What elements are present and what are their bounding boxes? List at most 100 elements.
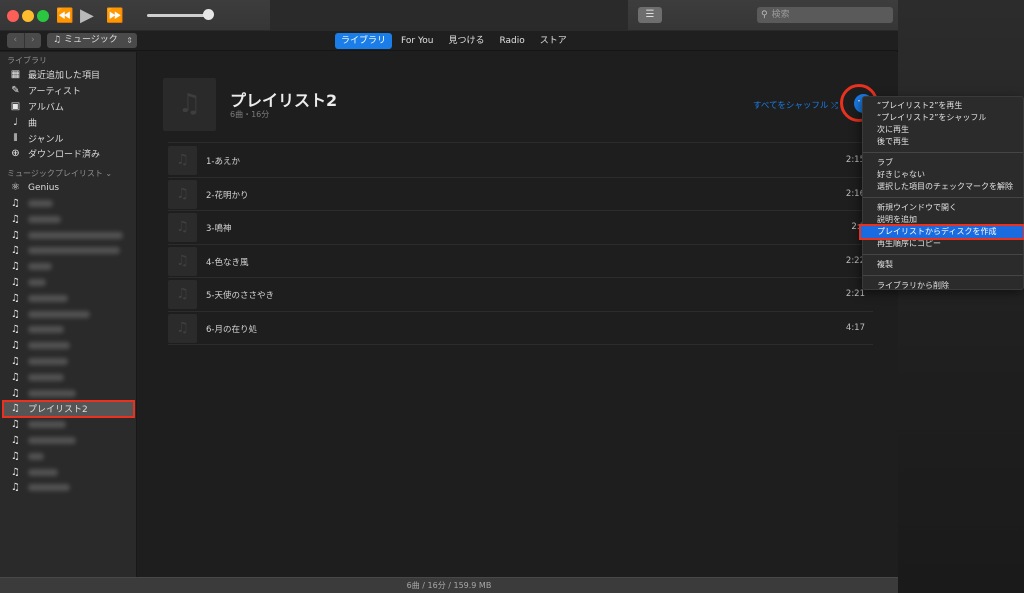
- blurred-playlist-name: [28, 247, 120, 255]
- sidebar-playlist-item[interactable]: ♫: [0, 385, 136, 401]
- track-row[interactable]: ♫ 5-天使のささやき 2:21: [168, 278, 873, 312]
- media-type-label: ミュージック: [63, 35, 118, 45]
- sidebar-playlist-item[interactable]: ♫: [0, 243, 136, 259]
- zoom-window-button[interactable]: [37, 10, 49, 22]
- menu-item-dislike[interactable]: 好きじゃない: [863, 169, 1023, 181]
- track-list: ♫ 1-あえか 2:15 ♫ 2-花明かり 2:16 ♫ 3-鳴神 2:1 ♫ 4-色なき風 2…: [168, 144, 873, 345]
- playlists-section-header[interactable]: ミュージックプレイリスト ⌄: [0, 168, 136, 180]
- track-row[interactable]: ♫ 4-色なき風 2:22: [168, 245, 873, 278]
- track-row[interactable]: ♫ 6-月の在り処 4:17: [168, 312, 873, 345]
- blurred-playlist-name: [28, 452, 44, 460]
- tab-library[interactable]: ライブラリ: [335, 33, 393, 49]
- sidebar-item-downloaded[interactable]: ⊕ ダウンロード済み: [0, 146, 136, 162]
- menu-item-add-description[interactable]: 説明を追加: [863, 214, 1023, 226]
- tab-for-you[interactable]: For You: [395, 33, 439, 49]
- sidebar-item-recently-added[interactable]: ▦ 最近追加した項目: [0, 67, 136, 83]
- playlist-icon: ♫: [11, 450, 20, 462]
- sidebar-playlist-item[interactable]: ♫: [0, 448, 136, 464]
- sidebar-playlist-item[interactable]: ♫: [0, 227, 136, 243]
- download-icon: ⊕: [11, 148, 20, 160]
- sidebar-playlist-item[interactable]: ♫: [0, 275, 136, 291]
- track-artwork: ♫: [168, 280, 197, 309]
- menu-item-shuffle-playlist[interactable]: “プレイリスト2”をシャッフル: [863, 112, 1023, 124]
- updown-chevron-icon: ⇕: [126, 36, 133, 45]
- track-artwork: ♫: [168, 179, 197, 209]
- blurred-playlist-name: [28, 484, 70, 492]
- search-icon: ⚲: [761, 10, 768, 20]
- sidebar-item-artists[interactable]: ✎ アーティスト: [0, 83, 136, 99]
- recently-added-icon: ▦: [10, 69, 21, 81]
- search-input[interactable]: ⚲ 検索: [757, 7, 893, 23]
- back-button[interactable]: ‹: [7, 33, 25, 48]
- track-row[interactable]: ♫ 3-鳴神 2:1: [168, 211, 873, 245]
- blurred-playlist-name: [28, 231, 123, 239]
- shuffle-all-button[interactable]: すべてをシャッフル ⤮: [753, 99, 838, 111]
- track-row[interactable]: ♫ 1-あえか 2:15: [168, 144, 873, 178]
- sidebar-playlist-item[interactable]: ♫: [0, 259, 136, 275]
- sidebar-playlist-item[interactable]: ♫: [0, 211, 136, 227]
- up-next-list-button[interactable]: ☰: [638, 7, 662, 23]
- sidebar-playlist-item[interactable]: ♫: [0, 464, 136, 480]
- sidebar-item-songs[interactable]: ♩ 曲: [0, 114, 136, 130]
- blurred-playlist-name: [28, 389, 76, 397]
- divider: [168, 142, 873, 143]
- sidebar-playlist-item[interactable]: ♫: [0, 196, 136, 212]
- playlist-context-menu: “プレイリスト2”を再生 “プレイリスト2”をシャッフル 次に再生 後で再生 ラ…: [859, 96, 1024, 292]
- blurred-playlist-name: [28, 278, 46, 286]
- back-forward-buttons: ‹ ›: [7, 33, 41, 48]
- playlist-icon: ♫: [11, 371, 20, 383]
- sidebar-playlist-item[interactable]: ♫: [0, 433, 136, 449]
- menu-item-burn-playlist-to-disc[interactable]: プレイリストからディスクを作成: [859, 224, 1024, 240]
- sidebar-playlist-item[interactable]: ♫: [0, 480, 136, 496]
- track-name: 4-色なき風: [206, 257, 249, 268]
- menu-item-copy-play-order[interactable]: 再生順序にコピー: [863, 238, 1023, 250]
- track-row[interactable]: ♫ 2-花明かり 2:16: [168, 178, 873, 211]
- volume-slider-knob[interactable]: [203, 9, 214, 20]
- tab-browse[interactable]: 見つける: [442, 33, 490, 49]
- menu-item-play-later[interactable]: 後で再生: [863, 136, 1023, 148]
- sidebar-playlist-item[interactable]: ♫: [0, 322, 136, 338]
- next-track-icon[interactable]: ⏩: [106, 6, 123, 26]
- sidebar-playlist-item[interactable]: ♫: [0, 417, 136, 433]
- close-window-button[interactable]: [7, 10, 19, 22]
- music-note-icon: ♩: [13, 116, 18, 128]
- sidebar-item-playlist-2[interactable]: ♫ プレイリスト2: [2, 399, 135, 418]
- microphone-icon: ✎: [11, 85, 20, 97]
- sidebar-playlist-item[interactable]: ♫: [0, 290, 136, 306]
- blurred-playlist-name: [28, 342, 70, 350]
- tab-store[interactable]: ストア: [534, 33, 573, 49]
- sidebar-item-albums[interactable]: ▣ アルバム: [0, 99, 136, 115]
- blurred-playlist-name: [28, 373, 64, 381]
- blurred-playlist-name: [28, 326, 64, 334]
- track-artwork: ♫: [168, 246, 197, 276]
- menu-item-delete-from-library[interactable]: ライブラリから削除: [863, 280, 1023, 292]
- track-artwork: ♫: [168, 313, 197, 343]
- volume-slider[interactable]: [147, 14, 209, 17]
- playlist-icon: ♫: [11, 308, 20, 320]
- status-bar: 6曲 / 16分 / 159.9 MB: [0, 577, 898, 593]
- sidebar-item-label: アーティスト: [28, 87, 81, 98]
- blurred-playlist-name: [28, 357, 68, 365]
- menu-item-duplicate[interactable]: 複製: [863, 259, 1023, 271]
- sidebar-item-label: ダウンロード済み: [28, 150, 101, 161]
- menu-item-open-new-window[interactable]: 新規ウインドウで開く: [863, 202, 1023, 214]
- menu-item-play-playlist[interactable]: “プレイリスト2”を再生: [863, 100, 1023, 112]
- menu-item-uncheck-selection[interactable]: 選択した項目のチェックマークを解除: [863, 181, 1023, 193]
- sidebar-playlist-item[interactable]: ♫: [0, 354, 136, 370]
- menu-item-play-next[interactable]: 次に再生: [863, 124, 1023, 136]
- play-icon[interactable]: ▶: [80, 6, 94, 26]
- menu-separator: [863, 152, 1023, 153]
- sidebar-playlist-item[interactable]: ♫: [0, 338, 136, 354]
- sidebar-item-genres[interactable]: ⫴ ジャンル: [0, 130, 136, 146]
- previous-track-icon[interactable]: ⏪: [56, 6, 73, 26]
- minimize-window-button[interactable]: [22, 10, 34, 22]
- sidebar-item-genius[interactable]: ⚛ Genius: [0, 180, 136, 196]
- media-type-select[interactable]: ♫ ミュージック ⇕: [47, 33, 137, 48]
- sidebar-playlist-item[interactable]: ♫: [0, 306, 136, 322]
- menu-item-love[interactable]: ラブ: [863, 157, 1023, 169]
- tab-radio[interactable]: Radio: [493, 33, 530, 49]
- playlist-icon: ♫: [11, 403, 20, 415]
- forward-button[interactable]: ›: [25, 33, 42, 48]
- library-section-header: ライブラリ: [7, 56, 47, 65]
- sidebar-playlist-item[interactable]: ♫: [0, 369, 136, 385]
